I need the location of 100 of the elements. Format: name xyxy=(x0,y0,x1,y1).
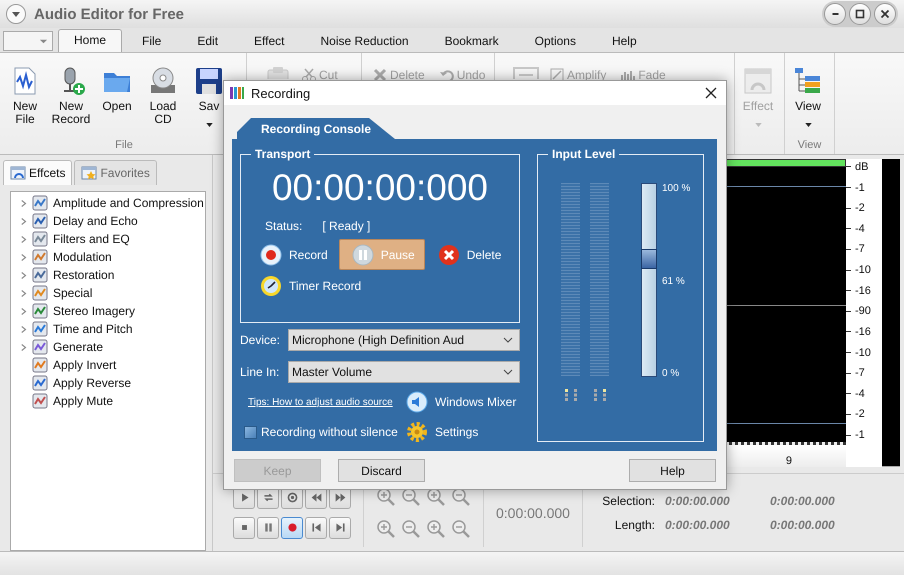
tree-item[interactable]: Modulation xyxy=(53,250,112,264)
expander-icon[interactable] xyxy=(21,288,27,298)
maximize-icon xyxy=(854,8,866,20)
expander-icon[interactable] xyxy=(21,252,27,262)
pause-button[interactable] xyxy=(257,516,279,539)
zoom-icon[interactable] xyxy=(451,518,471,539)
ribbon-tab[interactable]: Edit xyxy=(181,30,234,52)
record-button[interactable]: Record xyxy=(255,239,333,270)
line-in-dropdown[interactable]: Master Volume xyxy=(288,361,520,383)
effect-icon xyxy=(32,267,48,283)
ruler-label: 9 xyxy=(786,455,792,468)
chart-icon xyxy=(549,67,565,83)
peak-icon xyxy=(564,388,578,402)
ribbon-tab[interactable]: Effect xyxy=(238,30,301,52)
previous-icon xyxy=(310,521,322,534)
tree-item[interactable]: Apply Mute xyxy=(53,394,114,408)
db-label: -7 xyxy=(855,243,865,256)
ribbon-button[interactable]: Open xyxy=(94,65,140,113)
close-button[interactable] xyxy=(874,3,896,25)
db-label: -90 xyxy=(855,305,871,318)
db-label: -2 xyxy=(855,408,865,420)
ribbon-tab[interactable]: Noise Reduction xyxy=(304,30,425,52)
window-menu-button[interactable] xyxy=(6,4,26,24)
effect-icon xyxy=(32,339,48,355)
ribbon-button[interactable]: New Record xyxy=(48,65,94,126)
caret-icon xyxy=(11,9,21,19)
next-icon xyxy=(334,521,346,534)
tips-link[interactable]: Tips: How to adjust audio source xyxy=(240,396,406,408)
zoom-icon[interactable] xyxy=(401,518,421,539)
zoom-icon[interactable] xyxy=(426,518,446,539)
close-icon[interactable] xyxy=(705,87,717,99)
expander-icon[interactable] xyxy=(21,198,27,208)
silence-checkbox[interactable]: Recording without silence xyxy=(240,425,406,439)
tree-item[interactable]: Generate xyxy=(53,340,104,354)
app-icon xyxy=(229,85,245,101)
expander-icon[interactable] xyxy=(21,234,27,244)
ribbon-button[interactable]: Sav xyxy=(186,65,232,127)
dialog-button[interactable]: Discard xyxy=(338,459,425,482)
ribbon-tab[interactable]: Home xyxy=(58,29,122,52)
expander-icon[interactable] xyxy=(21,324,27,334)
field-label: Device: xyxy=(240,333,282,347)
settings-button[interactable]: Settings xyxy=(406,421,520,443)
ribbon-button[interactable]: New File xyxy=(2,65,48,126)
record-button[interactable] xyxy=(281,516,303,539)
db-label: -1 xyxy=(855,429,865,442)
expander-icon[interactable] xyxy=(21,216,27,226)
tree-item[interactable]: Restoration xyxy=(53,268,114,282)
slider-label: 0 % xyxy=(662,368,680,379)
ribbon-tab[interactable]: Options xyxy=(518,30,592,52)
ribbon-tab[interactable]: Bookmark xyxy=(428,30,515,52)
db-label: -4 xyxy=(855,388,865,400)
info-label: Length: xyxy=(614,518,655,532)
db-label: -10 xyxy=(855,346,871,359)
tree-item[interactable]: Apply Invert xyxy=(53,358,116,372)
console-tab[interactable]: Recording Console xyxy=(237,118,395,139)
input-level-slider[interactable] xyxy=(641,183,657,377)
tree-item[interactable]: Apply Reverse xyxy=(53,376,132,390)
expander-icon[interactable] xyxy=(21,342,27,352)
next-button[interactable] xyxy=(329,516,351,539)
panel-tab[interactable]: Favorites xyxy=(74,160,157,185)
effect-icon xyxy=(32,393,48,409)
tree-item[interactable]: Delay and Echo xyxy=(53,214,138,228)
expander-icon[interactable] xyxy=(21,270,27,280)
ribbon-tab[interactable]: File xyxy=(126,30,178,52)
expander-icon[interactable] xyxy=(21,306,27,316)
field-label: Line In: xyxy=(240,365,280,379)
delete-button[interactable]: Delete xyxy=(432,239,506,270)
record-icon xyxy=(286,521,298,534)
quick-access-dropdown[interactable] xyxy=(3,31,53,51)
dialog-button[interactable]: Help xyxy=(629,459,716,482)
tree-item[interactable]: Special xyxy=(53,286,92,300)
panel-tab[interactable]: Effcets xyxy=(3,160,72,185)
maximize-button[interactable] xyxy=(849,3,871,25)
windows-mixer-button[interactable]: Windows Mixer xyxy=(406,391,520,413)
time-value: 0:00:00.000 xyxy=(770,518,836,532)
timer-button[interactable]: Timer Record xyxy=(255,270,366,301)
previous-button[interactable] xyxy=(305,516,327,539)
clock-icon xyxy=(260,274,282,296)
ribbon-tab[interactable]: Help xyxy=(596,30,653,52)
effect-icon xyxy=(32,195,48,211)
tree-item[interactable]: Amplitude and Compression xyxy=(53,196,204,210)
device-dropdown[interactable]: Microphone (High Definition Aud xyxy=(288,329,520,351)
status-label: Status: xyxy=(265,219,302,233)
ribbon-button[interactable]: View xyxy=(785,65,831,127)
window-icon xyxy=(81,165,98,181)
caret-icon xyxy=(39,36,48,46)
minimize-button[interactable] xyxy=(824,3,846,25)
group-legend: Input Level xyxy=(548,147,620,161)
ribbon-button[interactable]: Load CD xyxy=(140,65,186,126)
tree-item[interactable]: Filters and EQ xyxy=(53,232,130,246)
slider-label: 61 % xyxy=(662,276,686,286)
slider-thumb[interactable] xyxy=(641,248,657,269)
status-value: [ Ready ] xyxy=(322,219,370,233)
tree-item[interactable]: Stereo Imagery xyxy=(53,304,136,318)
caret-icon xyxy=(754,123,762,127)
pause-icon xyxy=(352,244,374,266)
effect-icon xyxy=(32,249,48,265)
tree-item[interactable]: Time and Pitch xyxy=(53,322,133,336)
zoom-icon[interactable] xyxy=(376,518,396,539)
stop-button[interactable] xyxy=(233,516,255,539)
